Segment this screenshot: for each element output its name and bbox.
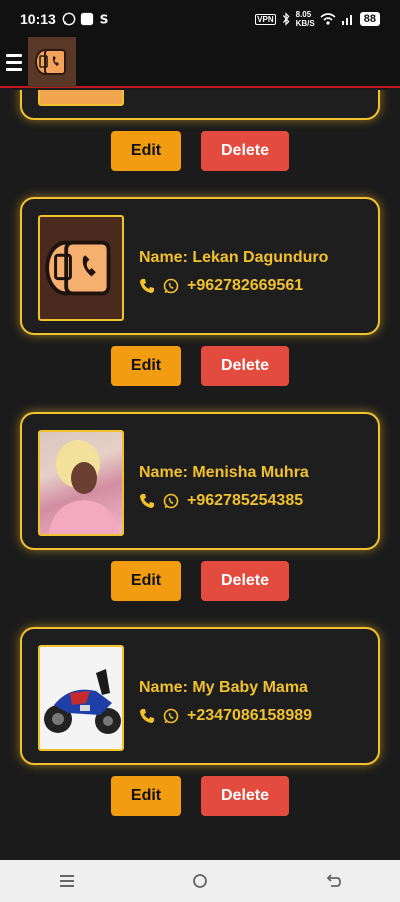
status-bar: 10:13 S VPN 8.05 KB/S 88 <box>0 0 400 38</box>
edit-button[interactable]: Edit <box>111 561 181 601</box>
phone-icon[interactable] <box>139 708 155 724</box>
contact-photo <box>38 430 124 536</box>
s-notification-icon: S <box>99 12 108 26</box>
app-notification-icon <box>80 12 93 26</box>
system-nav-bar <box>0 860 400 902</box>
delete-button[interactable]: Delete <box>201 346 289 386</box>
vpn-icon: VPN <box>255 13 276 25</box>
edit-button[interactable]: Edit <box>111 776 181 816</box>
contact-card[interactable]: Name: My Baby Mama +2347086158989 <box>20 627 380 765</box>
contact-book-phone-icon <box>35 49 66 75</box>
contact-phone[interactable]: +962782669561 <box>187 277 303 295</box>
person-photo <box>48 440 120 534</box>
contact-photo <box>38 90 124 106</box>
edit-button[interactable]: Edit <box>111 131 181 171</box>
contact-phone[interactable]: +2347086158989 <box>187 707 312 725</box>
whatsapp-icon[interactable] <box>163 493 179 509</box>
svg-text:S: S <box>99 12 108 26</box>
contact-actions: Edit Delete <box>111 131 289 171</box>
wifi-icon <box>320 13 336 25</box>
back-icon[interactable] <box>325 873 342 889</box>
phone-icon[interactable] <box>139 493 155 509</box>
contact-actions: Edit Delete <box>111 561 289 601</box>
delete-button[interactable]: Delete <box>201 131 289 171</box>
contact-photo <box>38 645 124 751</box>
signal-icon <box>341 15 352 25</box>
contact-name: Name: Lekan Dagunduro <box>139 249 329 266</box>
whatsapp-icon[interactable] <box>163 708 179 724</box>
delete-button[interactable]: Delete <box>201 776 289 816</box>
contact-book-phone-icon <box>45 240 111 296</box>
net-speed-unit: KB/S <box>295 19 315 28</box>
contact-list[interactable]: Edit Delete Name: Lekan Dagunduro +96278… <box>0 90 400 860</box>
whatsapp-icon[interactable] <box>163 278 179 294</box>
contact-photo <box>38 215 124 321</box>
menu-icon[interactable] <box>6 53 22 71</box>
recent-apps-icon[interactable] <box>59 874 75 888</box>
app-bar <box>0 37 400 88</box>
contact-name: Name: Menisha Muhra <box>139 464 309 481</box>
contact-phone[interactable]: +962785254385 <box>187 492 303 510</box>
contact-card[interactable]: Name: Menisha Muhra +962785254385 <box>20 412 380 550</box>
contact-card <box>20 90 380 120</box>
contact-name: Name: My Baby Mama <box>139 679 308 696</box>
contact-card[interactable]: Name: Lekan Dagunduro +962782669561 <box>20 197 380 335</box>
delete-button[interactable]: Delete <box>201 561 289 601</box>
phone-icon[interactable] <box>139 278 155 294</box>
contact-actions: Edit Delete <box>111 776 289 816</box>
net-speed-value: 8.05 <box>295 10 312 19</box>
whatsapp-notification-icon <box>62 12 76 26</box>
edit-button[interactable]: Edit <box>111 346 181 386</box>
home-icon[interactable] <box>192 873 208 889</box>
toy-motorbike-photo <box>44 669 121 734</box>
status-time: 10:13 <box>20 11 56 27</box>
battery-indicator: 88 <box>359 12 380 26</box>
contact-actions: Edit Delete <box>111 346 289 386</box>
bluetooth-icon <box>282 12 290 26</box>
app-logo <box>28 37 76 87</box>
